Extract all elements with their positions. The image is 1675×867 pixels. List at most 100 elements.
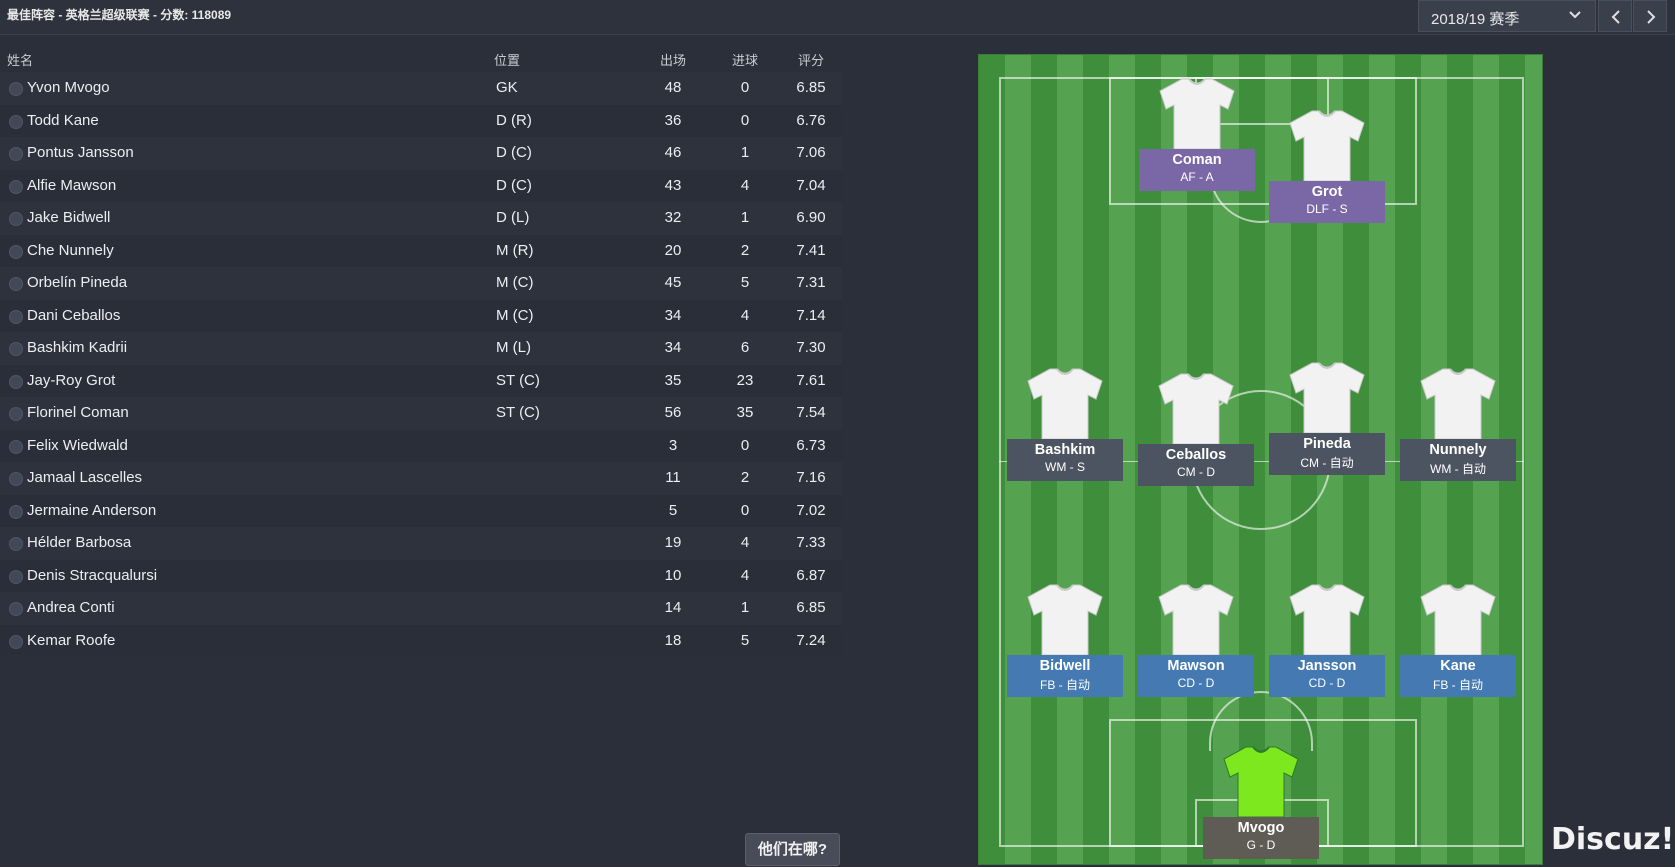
shirt-icon	[1159, 78, 1235, 149]
player-name[interactable]: Jay-Roy Grot	[27, 372, 115, 389]
player-name[interactable]: Alfie Mawson	[27, 177, 116, 194]
table-row[interactable]: Dani Ceballos M (C) 34 4 7.14	[0, 299, 842, 332]
pitch-player[interactable]: Mawson CD - D	[1138, 583, 1254, 697]
table-row[interactable]: Che Nunnely M (R) 20 2 7.41	[0, 234, 842, 267]
table-row[interactable]: Kemar Roofe 18 5 7.24	[0, 624, 842, 657]
player-name[interactable]: Kemar Roofe	[27, 632, 115, 649]
player-name[interactable]: Orbelín Pineda	[27, 274, 127, 291]
player-status-icon	[9, 374, 23, 389]
pitch-player[interactable]: Kane FB - 自动	[1400, 583, 1516, 697]
player-rating: 7.54	[796, 404, 826, 421]
player-apps: 35	[664, 371, 682, 389]
season-label: 2018/19 赛季	[1431, 11, 1520, 28]
player-status-icon	[9, 602, 23, 616]
player-name[interactable]: Andrea Conti	[27, 599, 115, 616]
player-position: M (L)	[496, 339, 531, 356]
table-row[interactable]: Andrea Conti 14 1 6.85	[0, 592, 842, 625]
previous-season-button[interactable]	[1598, 0, 1632, 32]
season-selector[interactable]: 2018/19 赛季	[1418, 0, 1596, 32]
table-row[interactable]: Jake Bidwell D (L) 32 1 6.90	[0, 202, 842, 235]
player-goals: 1	[740, 144, 750, 161]
column-header-position[interactable]: 位置	[494, 50, 520, 69]
pitch-player[interactable]: Coman AF - A	[1139, 77, 1255, 191]
pitch-player-role: AF - A	[1180, 170, 1214, 184]
table-row[interactable]: Pontus Jansson D (C) 46 1 7.06	[0, 137, 842, 170]
player-name[interactable]: Yvon Mvogo	[27, 79, 110, 96]
where-are-they-button[interactable]: 他们在哪?	[745, 833, 840, 866]
player-status-icon	[9, 342, 23, 356]
table-row[interactable]: Alfie Mawson D (C) 43 4 7.04	[0, 169, 842, 202]
column-header-rating[interactable]: 评分	[788, 50, 834, 69]
column-header-goals[interactable]: 进球	[722, 50, 768, 69]
player-apps: 18	[664, 631, 682, 649]
column-header-apps[interactable]: 出场	[650, 50, 696, 69]
player-rating: 7.30	[796, 339, 826, 356]
pitch-player[interactable]: Ceballos CM - D	[1138, 372, 1254, 486]
page-title: 最佳阵容 - 英格兰超级联赛 - 分数: 118089	[7, 8, 232, 22]
shirt-icon	[1158, 373, 1234, 444]
table-row[interactable]: Jermaine Anderson 5 0 7.02	[0, 494, 842, 527]
column-header-name[interactable]: 姓名	[7, 50, 33, 69]
table-row[interactable]: Florinel Coman ST (C) 56 35 7.54	[0, 397, 842, 430]
shirt-icon	[1420, 368, 1496, 439]
pitch-player-name: Mvogo	[1237, 820, 1285, 836]
player-status-icon	[9, 244, 23, 259]
table-row[interactable]: Orbelín Pineda M (C) 45 5 7.31	[0, 267, 842, 300]
top-bar: 最佳阵容 - 英格兰超级联赛 - 分数: 118089 2018/19 赛季	[0, 0, 1675, 35]
player-name[interactable]: Felix Wiedwald	[27, 437, 128, 454]
player-name[interactable]: Florinel Coman	[27, 404, 129, 421]
player-rating: 6.85	[796, 79, 826, 96]
next-season-button[interactable]	[1633, 0, 1667, 32]
player-label: Bidwell FB - 自动	[1007, 655, 1123, 697]
player-rating: 7.24	[796, 631, 826, 649]
player-status-icon	[9, 439, 23, 454]
player-goals: 2	[740, 241, 750, 259]
pitch-player[interactable]: Jansson CD - D	[1269, 583, 1385, 697]
pitch-player[interactable]: Grot DLF - S	[1269, 109, 1385, 223]
player-name[interactable]: Todd Kane	[27, 112, 99, 129]
table-row[interactable]: Bashkim Kadrii M (L) 34 6 7.30	[0, 332, 842, 365]
player-name[interactable]: Bashkim Kadrii	[27, 339, 127, 356]
player-goals: 0	[740, 79, 750, 96]
shirt-icon	[1420, 584, 1496, 655]
pitch-goalkeeper[interactable]: Mvogo G - D	[1203, 745, 1319, 859]
pitch-player-role: FB - 自动	[1433, 678, 1483, 692]
player-goals: 1	[740, 209, 750, 226]
player-position: GK	[496, 79, 518, 96]
best-xi-table: 姓名 位置 出场 进球 评分 Yvon Mvogo GK 48 0 6.85 Todd K…	[0, 44, 842, 657]
table-row[interactable]: Hélder Barbosa 19 4 7.33	[0, 527, 842, 560]
table-row[interactable]: Todd Kane D (R) 36 0 6.76	[0, 104, 842, 137]
player-name[interactable]: Che Nunnely	[27, 242, 114, 259]
player-name[interactable]: Jamaal Lascelles	[27, 469, 142, 486]
player-status-icon	[9, 537, 23, 551]
shirt-icon	[1158, 584, 1234, 655]
player-apps: 3	[668, 436, 678, 454]
player-name[interactable]: Denis Stracqualursi	[27, 567, 157, 584]
player-status-icon	[9, 114, 23, 129]
pitch-player-name: Mawson	[1167, 658, 1225, 674]
table-row[interactable]: Jay-Roy Grot ST (C) 35 23 7.61	[0, 364, 842, 397]
player-name[interactable]: Jake Bidwell	[27, 209, 110, 226]
pitch-player[interactable]: Bashkim WM - S	[1007, 367, 1123, 481]
player-apps: 43	[664, 176, 682, 194]
player-label: Mvogo G - D	[1203, 817, 1319, 859]
player-name[interactable]: Pontus Jansson	[27, 144, 134, 161]
table-row[interactable]: Denis Stracqualursi 10 4 6.87	[0, 559, 842, 592]
player-rating: 7.31	[796, 274, 826, 291]
player-rating: 7.14	[796, 306, 826, 324]
table-row[interactable]: Jamaal Lascelles 11 2 7.16	[0, 462, 842, 495]
pitch-player-role: CD - D	[1308, 676, 1346, 690]
player-apps: 48	[664, 79, 682, 96]
table-row[interactable]: Felix Wiedwald 3 0 6.73	[0, 429, 842, 462]
player-name[interactable]: Hélder Barbosa	[27, 534, 131, 551]
player-rating: 7.61	[796, 371, 826, 389]
player-rating: 6.73	[796, 436, 826, 454]
player-name[interactable]: Jermaine Anderson	[27, 502, 156, 519]
pitch-player[interactable]: Nunnely WM - 自动	[1400, 367, 1516, 481]
table-header: 姓名 位置 出场 进球 评分	[0, 44, 842, 72]
table-row[interactable]: Yvon Mvogo GK 48 0 6.85	[0, 72, 842, 105]
pitch-player[interactable]: Pineda CM - 自动	[1269, 361, 1385, 475]
pitch-player-name: Bidwell	[1039, 658, 1091, 674]
pitch-player[interactable]: Bidwell FB - 自动	[1007, 583, 1123, 697]
player-name[interactable]: Dani Ceballos	[27, 307, 120, 324]
